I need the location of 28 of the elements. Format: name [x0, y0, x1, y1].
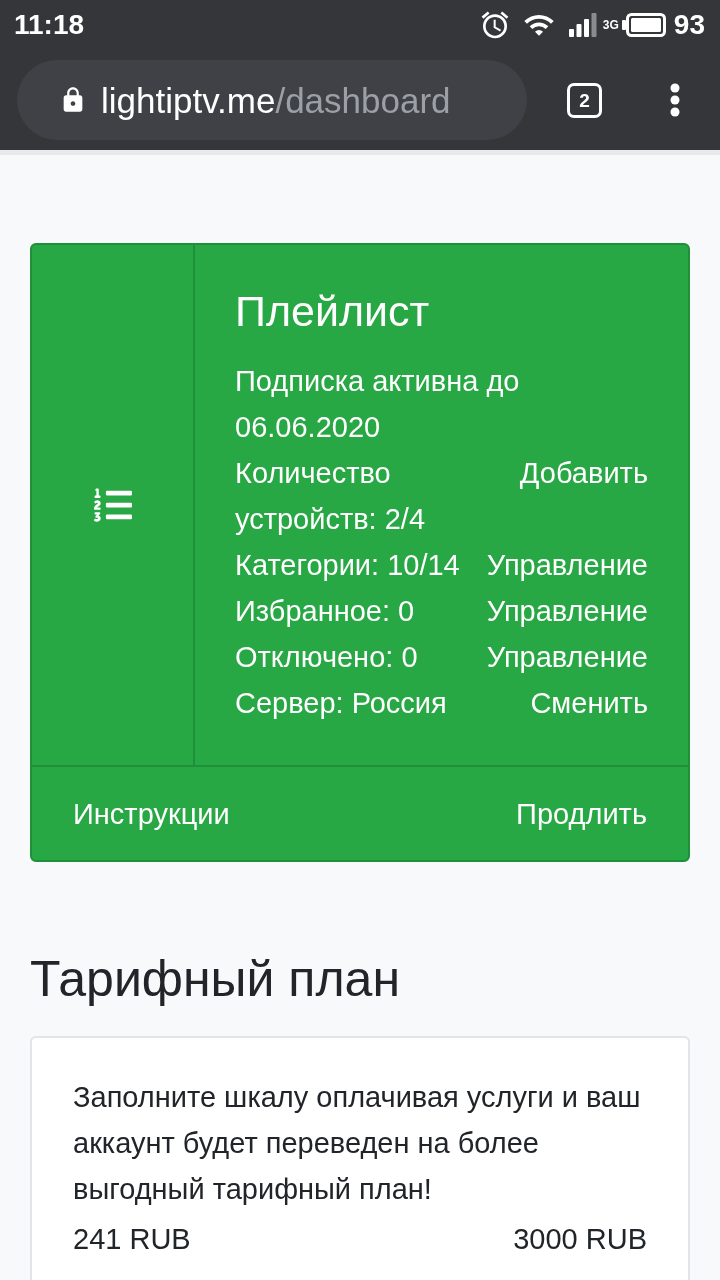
action-link[interactable]: Добавить: [519, 450, 648, 496]
card-title: Плейлист: [235, 286, 431, 336]
battery-percent: 93: [673, 11, 705, 39]
stat-label: Избранное: 0: [235, 594, 415, 629]
range-min-label: 241 RUB: [73, 1222, 191, 1256]
address-bar[interactable]: lightiptv.me/dashboard: [17, 60, 527, 140]
url-text: lightiptv.me/dashboard: [101, 82, 451, 118]
menu-icon[interactable]: [670, 83, 680, 117]
action-link[interactable]: Управление: [486, 588, 648, 634]
signal-icon: [568, 13, 597, 37]
network-type-label: 3G: [602, 19, 619, 31]
action-link[interactable]: Управление: [486, 634, 648, 680]
battery-icon: [621, 13, 666, 37]
action-link[interactable]: Управление: [486, 542, 648, 588]
action-link[interactable]: Сменить: [530, 680, 648, 726]
stat-label: Сервер: Россия: [235, 686, 447, 721]
status-time: 11:18: [14, 11, 85, 39]
section-heading: Тарифный план: [30, 950, 402, 1008]
stat-label: Отключено: 0: [235, 640, 418, 675]
stat-label: Количество устройств: 2/4: [235, 456, 427, 537]
stat-label: Категории: 10/14: [235, 548, 460, 583]
range-max-label: 3000 RUB: [513, 1222, 647, 1256]
numbered-list-icon: [93, 486, 132, 524]
footer-link[interactable]: Инструкции: [73, 790, 230, 837]
footer-link[interactable]: Продлить: [516, 790, 647, 837]
tariff-description: Заполните шкалу оплачивая услуги и ваш аккаунт будет переведен на более выгодный тарифный план!: [73, 1080, 642, 1207]
subscription-status: Подписка активна до 06.06.2020: [235, 364, 521, 445]
tab-switcher-button[interactable]: 2: [567, 82, 602, 118]
